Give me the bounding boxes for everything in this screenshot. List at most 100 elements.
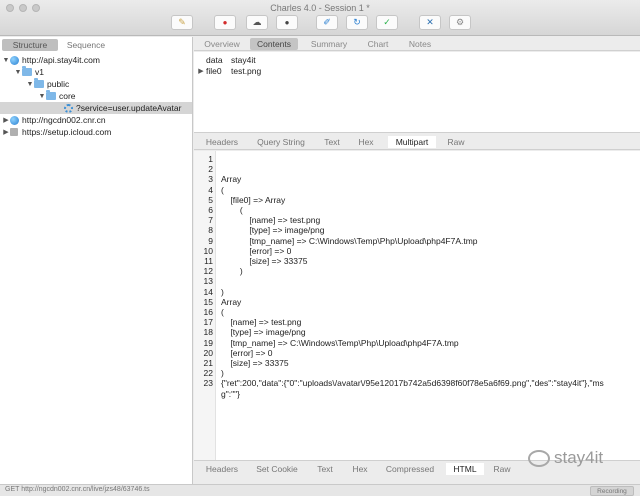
code-line: (	[221, 205, 243, 215]
line-number: 23	[203, 378, 213, 389]
folder-icon	[34, 78, 44, 88]
line-number-gutter: 1 2 3 4 5 6 7 8 9 10 11 12 13 14 15 16 17 18 19 20 21 22 23	[194, 151, 216, 460]
tab-raw[interactable]: Raw	[444, 136, 468, 148]
tree-item-host[interactable]: ▶ http://ngcdn002.cnr.cn	[0, 114, 192, 126]
expand-triangle-icon[interactable]: ▶	[196, 67, 206, 75]
folder-icon	[46, 90, 56, 100]
tree-item-folder[interactable]: ▼ public	[0, 78, 192, 90]
collapse-triangle-icon[interactable]: ▶	[2, 116, 10, 124]
tab-multipart[interactable]: Multipart	[388, 136, 436, 148]
line-number: 5	[208, 194, 213, 205]
tab-sequence[interactable]: Sequence	[60, 39, 112, 51]
folder-icon	[22, 66, 32, 76]
line-number: 16	[203, 307, 213, 317]
throttle-button[interactable]: ☁	[246, 15, 268, 30]
tab-text[interactable]: Text	[312, 463, 338, 475]
recording-status-button[interactable]: Recording	[590, 486, 634, 496]
tab-structure[interactable]: Structure	[2, 39, 58, 51]
line-number	[194, 389, 213, 399]
line-number: 1	[208, 154, 213, 164]
breakpoints-button[interactable]: ●	[276, 15, 298, 30]
tab-summary[interactable]: Summary	[308, 38, 350, 50]
globe-icon	[10, 55, 19, 65]
code-line: [size] => 33375	[221, 358, 289, 368]
tab-text[interactable]: Text	[320, 136, 344, 148]
form-row[interactable]: ▶ file0 test.png	[196, 65, 261, 76]
code-line: [name] => test.png	[221, 317, 302, 328]
tab-compressed[interactable]: Compressed	[382, 463, 438, 475]
code-line: [type] => image/png	[221, 327, 306, 338]
code-line: )	[221, 286, 224, 297]
response-body[interactable]: 1 2 3 4 5 6 7 8 9 10 11 12 13 14 15 16 17 18 19 20 21 22 23 Ar…	[194, 151, 640, 460]
code-line: Array	[221, 296, 242, 307]
tree-item-folder[interactable]: ▼ v1	[0, 66, 192, 78]
expand-triangle-icon[interactable]: ▼	[38, 93, 46, 100]
tree-item-folder[interactable]: ▼ core	[0, 90, 192, 102]
line-number: 2	[208, 164, 213, 175]
line-number: 22	[203, 368, 213, 379]
tab-headers[interactable]: Headers	[200, 463, 244, 475]
tools-button[interactable]: ✕	[419, 15, 441, 30]
line-number: 14	[203, 286, 213, 297]
inspector-tabs: Overview Contents Summary Chart Notes	[194, 37, 640, 51]
line-number: 12	[203, 266, 213, 277]
stop-icon: ●	[284, 17, 290, 27]
tree-item-host[interactable]: ▶ https://setup.icloud.com	[0, 126, 192, 138]
tree-item-request[interactable]: ?service=user.updateAvatar	[0, 102, 192, 114]
tab-html[interactable]: HTML	[446, 463, 484, 475]
compose-button[interactable]: ✐	[316, 15, 338, 30]
code-line: (	[221, 307, 224, 317]
settings-button[interactable]: ⚙	[449, 15, 471, 30]
title-bar: Charles 4.0 - Session 1 * ✎ ● ☁ ● ✐ ↻ ✓ …	[0, 0, 640, 36]
tools-icon: ✕	[426, 17, 434, 27]
broom-icon: ✎	[178, 17, 186, 27]
structure-panel: Structure Sequence ▼ http://api.stay4it.…	[0, 37, 193, 484]
code-line: [name] => test.png	[221, 215, 321, 226]
line-number: 9	[208, 235, 213, 246]
tab-set-cookie[interactable]: Set Cookie	[252, 463, 302, 475]
record-button[interactable]: ●	[214, 15, 236, 30]
repeat-button[interactable]: ↻	[346, 15, 368, 30]
tab-hex[interactable]: Hex	[354, 136, 378, 148]
tab-chart[interactable]: Chart	[362, 38, 394, 50]
line-number: 7	[208, 215, 213, 226]
split-divider[interactable]	[194, 132, 640, 133]
code-line: [tmp_name] => C:\Windows\Temp\Php\Upload…	[221, 235, 478, 246]
globe-icon	[10, 115, 19, 125]
tab-query-string[interactable]: Query String	[252, 136, 310, 148]
tab-headers[interactable]: Headers	[200, 136, 244, 148]
code-line: [type] => image/png	[221, 225, 325, 236]
refresh-icon: ↻	[353, 17, 361, 27]
expand-triangle-icon[interactable]: ▼	[2, 57, 10, 64]
line-number: 3	[208, 174, 213, 185]
gear-icon: ⚙	[455, 17, 465, 27]
form-pane: data stay4it ▶ file0 test.png	[194, 52, 640, 132]
code-line: )	[221, 266, 243, 277]
tab-contents[interactable]: Contents	[250, 38, 298, 50]
tree-item-host[interactable]: ▼ http://api.stay4it.com	[0, 54, 192, 66]
code-line: (	[221, 184, 224, 195]
tab-overview[interactable]: Overview	[202, 38, 242, 50]
request-icon	[64, 103, 73, 113]
clear-session-button[interactable]: ✎	[171, 15, 193, 30]
expand-triangle-icon[interactable]: ▼	[26, 81, 34, 88]
code-line: [size] => 33375	[221, 256, 308, 266]
form-row[interactable]: data stay4it	[206, 54, 256, 65]
line-number: 4	[208, 184, 213, 195]
window-title: Charles 4.0 - Session 1 *	[270, 3, 370, 13]
expand-triangle-icon[interactable]: ▼	[14, 69, 22, 76]
check-icon: ✓	[383, 17, 391, 27]
collapse-triangle-icon[interactable]: ▶	[2, 128, 10, 136]
code-line: [error] => 0	[221, 245, 292, 256]
tab-raw[interactable]: Raw	[490, 463, 514, 475]
status-bar: GET http://ngcdn002.cnr.cn/live/jzs48/63…	[0, 484, 640, 496]
line-number: 18	[203, 327, 213, 338]
line-number: 17	[203, 317, 213, 328]
tab-hex[interactable]: Hex	[348, 463, 372, 475]
tab-notes[interactable]: Notes	[404, 38, 436, 50]
validate-button[interactable]: ✓	[376, 15, 398, 30]
line-number: 21	[203, 358, 213, 368]
code-line: [tmp_name] => C:\Windows\Temp\Php\Upload…	[221, 337, 459, 348]
request-tabs: Headers Query String Text Hex Multipart …	[194, 134, 640, 150]
code-line: [error] => 0	[221, 347, 273, 358]
